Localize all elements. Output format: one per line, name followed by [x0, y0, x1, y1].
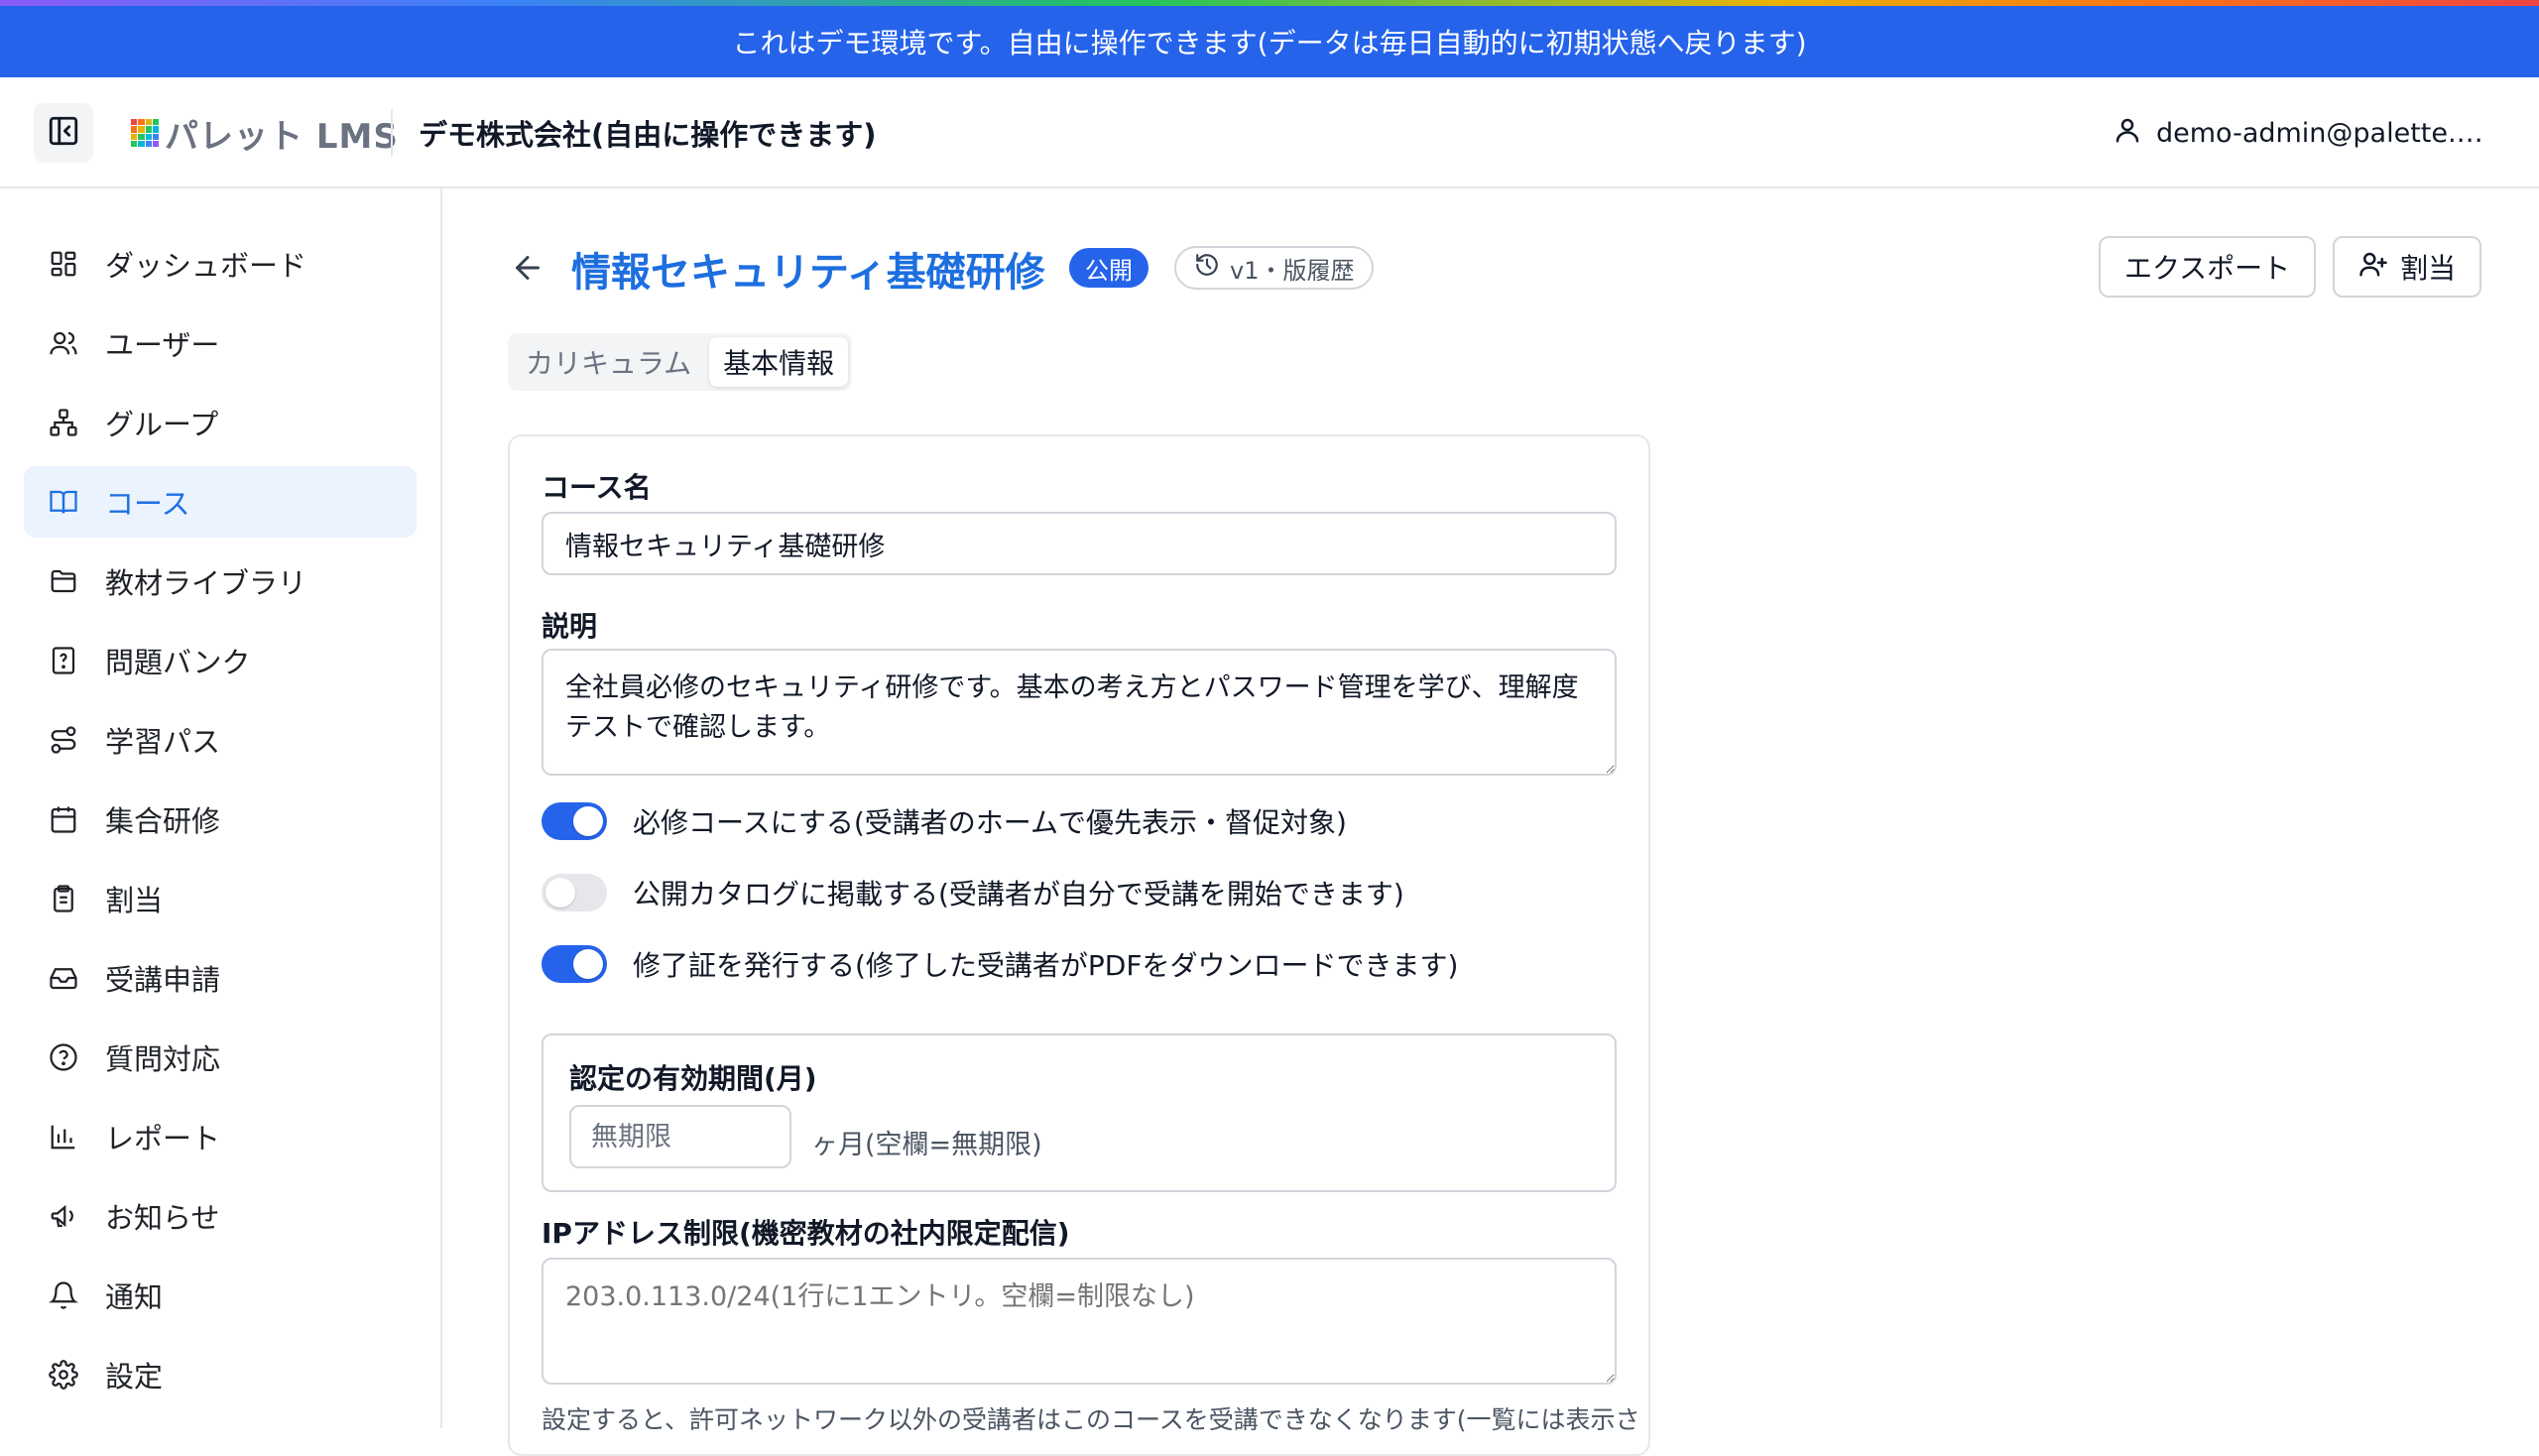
toggle-label: 修了証を発行する(修了した受講者がPDFをダウンロードできます): [633, 949, 1459, 982]
page-title: 情報セキュリティ基礎研修: [571, 250, 1045, 296]
sidebar-item-settings[interactable]: 設定: [24, 1339, 417, 1410]
sidebar-item-learning-path[interactable]: 学習パス: [24, 704, 417, 776]
sidebar-item-label: ダッシュボード: [105, 249, 307, 283]
help-circle-icon: [48, 1041, 79, 1073]
sidebar-item-label: 通知: [105, 1280, 164, 1314]
sidebar-toggle-button[interactable]: [34, 103, 93, 163]
gear-icon: [48, 1359, 79, 1391]
tab-bar: カリキュラム 基本情報: [508, 333, 853, 391]
calendar-icon: [48, 803, 79, 835]
header-divider: [391, 109, 393, 157]
sidebar-item-label: コース: [105, 487, 190, 521]
back-button[interactable]: [506, 248, 549, 292]
sidebar: ダッシュボード ユーザー グループ コース 教材ライブラリ 問題バンク 学習パス…: [0, 188, 442, 1428]
sidebar-item-label: ユーザー: [105, 328, 220, 362]
user-menu[interactable]: demo-admin@palette.e…: [2113, 107, 2483, 159]
megaphone-icon: [48, 1200, 79, 1232]
sidebar-item-material-library[interactable]: 教材ライブラリ: [24, 546, 417, 617]
palette-logo-icon: [131, 119, 159, 147]
description-label: 説明: [542, 610, 598, 643]
ip-restriction-label: IPアドレス制限(機密教材の社内限定配信): [542, 1217, 1070, 1250]
export-button[interactable]: エクスポート: [2099, 236, 2317, 298]
assign-button-label: 割当: [2400, 252, 2457, 285]
sidebar-item-enrollment-requests[interactable]: 受講申請: [24, 942, 417, 1014]
demo-banner-text: これはデモ環境です。自由に操作できます(データは毎日自動的に初期状態へ戻ります): [732, 27, 1807, 60]
sidebar-item-label: 受講申請: [105, 963, 221, 997]
sidebar-item-label: 設定: [105, 1360, 164, 1394]
version-history-button[interactable]: v1・版履歴: [1174, 246, 1375, 290]
sidebar-item-assignments[interactable]: 割当: [24, 863, 417, 934]
user-icon: [2113, 115, 2142, 152]
toggle-certificate: 修了証を発行する(修了した受講者がPDFをダウンロードできます): [542, 942, 1458, 986]
course-name-label: コース名: [542, 471, 652, 504]
user-plus-icon: [2358, 249, 2388, 286]
users-icon: [48, 327, 79, 359]
sidebar-item-users[interactable]: ユーザー: [24, 307, 417, 379]
demo-banner: これはデモ環境です。自由に操作できます(データは毎日自動的に初期状態へ戻ります): [0, 6, 2539, 77]
history-icon: [1194, 252, 1220, 284]
arrow-left-icon: [510, 250, 545, 290]
sidebar-item-courses[interactable]: コース: [24, 466, 417, 538]
ip-restriction-textarea[interactable]: [542, 1258, 1617, 1385]
sidebar-item-group-training[interactable]: 集合研修: [24, 784, 417, 855]
public-catalog-switch[interactable]: [542, 874, 607, 911]
ip-restriction-help-text: 設定すると、許可ネットワーク以外の受講者はこのコースを受講できなくなります(一覧…: [542, 1405, 1640, 1434]
sidebar-item-label: グループ: [105, 408, 219, 441]
sidebar-item-label: 問題バンク: [105, 646, 251, 679]
question-file-icon: [48, 645, 79, 676]
course-name-input[interactable]: [542, 512, 1617, 575]
toggle-label: 公開カタログに掲載する(受講者が自分で受講を開始できます): [633, 878, 1404, 910]
sidebar-item-label: お知らせ: [105, 1201, 220, 1235]
validity-months-input[interactable]: [569, 1105, 791, 1168]
sidebar-item-label: レポート: [105, 1122, 221, 1155]
description-textarea[interactable]: 全社員必修のセキュリティ研修です。基本の考え方とパスワード管理を学び、理解度テス…: [542, 649, 1617, 776]
sidebar-item-groups[interactable]: グループ: [24, 387, 417, 458]
group-icon: [48, 407, 79, 438]
top-header: パレット LMS デモ株式会社(自由に操作できます) demo-admin@pa…: [0, 77, 2539, 188]
sidebar-item-label: 学習パス: [105, 725, 221, 759]
sidebar-item-qa-support[interactable]: 質問対応: [24, 1022, 417, 1093]
certificate-validity-section: 認定の有効期間(月) ヶ月(空欄=無期限): [542, 1033, 1617, 1192]
validity-label: 認定の有効期間(月): [569, 1062, 817, 1095]
folder-icon: [48, 565, 79, 597]
required-course-switch[interactable]: [542, 802, 607, 840]
sidebar-item-label: 教材ライブラリ: [105, 566, 307, 600]
sidebar-item-label: 割当: [105, 884, 164, 917]
sidebar-item-notifications[interactable]: 通知: [24, 1260, 417, 1331]
sidebar-item-announcements[interactable]: お知らせ: [24, 1180, 417, 1252]
validity-unit-text: ヶ月(空欄=無期限): [811, 1130, 1042, 1160]
toggle-public-catalog: 公開カタログに掲載する(受講者が自分で受講を開始できます): [542, 871, 1404, 914]
tab-curriculum[interactable]: カリキュラム: [512, 337, 705, 387]
route-icon: [48, 724, 79, 756]
export-button-label: エクスポート: [2124, 252, 2291, 285]
main-content: 情報セキュリティ基礎研修 公開 v1・版履歴 エクスポート 割当 カリキュラム …: [444, 188, 2539, 1456]
sidebar-item-label: 集合研修: [105, 804, 221, 838]
sidebar-item-question-bank[interactable]: 問題バンク: [24, 625, 417, 696]
user-email: demo-admin@palette.e…: [2156, 117, 2483, 149]
certificate-switch[interactable]: [542, 945, 607, 983]
toggle-label: 必修コースにする(受講者のホームで優先表示・督促対象): [633, 806, 1347, 839]
book-icon: [48, 486, 79, 518]
tab-basic-info[interactable]: 基本情報: [709, 337, 849, 387]
bell-icon: [48, 1279, 79, 1311]
app-logo[interactable]: パレット LMS: [131, 111, 399, 157]
sidebar-item-label: 質問対応: [105, 1042, 221, 1076]
sidebar-item-dashboard[interactable]: ダッシュボード: [24, 228, 417, 300]
logo-text: パレット LMS: [165, 116, 399, 157]
toggle-required-course: 必修コースにする(受講者のホームで優先表示・督促対象): [542, 799, 1347, 843]
inbox-icon: [48, 962, 79, 994]
sidebar-item-reports[interactable]: レポート: [24, 1101, 417, 1172]
sidebar-collapse-icon: [47, 114, 80, 152]
status-badge: 公開: [1069, 248, 1149, 288]
dashboard-icon: [48, 248, 79, 280]
basic-info-form: コース名 説明 全社員必修のセキュリティ研修です。基本の考え方とパスワード管理を…: [508, 434, 1650, 1456]
bar-chart-icon: [48, 1121, 79, 1153]
clipboard-icon: [48, 883, 79, 914]
organization-name: デモ株式会社(自由に操作できます): [419, 118, 877, 152]
assign-button[interactable]: 割当: [2333, 236, 2482, 298]
version-label: v1・版履歴: [1230, 256, 1355, 285]
